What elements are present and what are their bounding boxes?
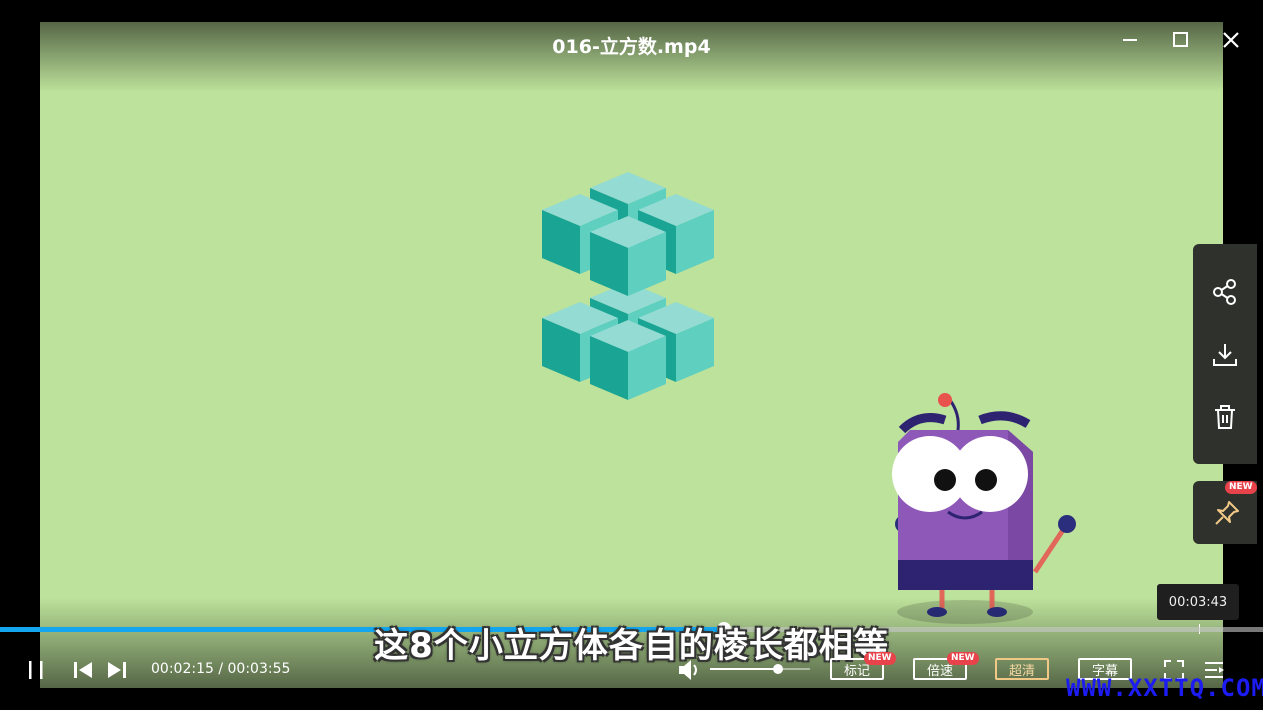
robot-mascot xyxy=(892,393,1076,624)
pin-icon[interactable] xyxy=(1213,499,1241,527)
volume-icon[interactable] xyxy=(677,658,703,682)
next-icon[interactable] xyxy=(106,660,128,680)
watermark-text: WWW.XXTTQ.COM xyxy=(1066,674,1263,702)
current-time: 00:02:15 xyxy=(151,661,214,677)
hover-time-tooltip: 00:03:43 xyxy=(1157,584,1239,620)
volume-handle[interactable] xyxy=(773,664,783,674)
time-display: 00:02:15 / 00:03:55 xyxy=(151,661,290,677)
previous-icon[interactable] xyxy=(72,660,94,680)
volume-fill xyxy=(710,668,778,670)
share-icon[interactable] xyxy=(1211,278,1239,306)
video-subtitle: 这8个小立方体各自的棱长都相等 xyxy=(374,626,889,666)
speed-new-badge: NEW xyxy=(947,652,979,665)
mark-new-badge: NEW xyxy=(864,652,896,665)
close-icon[interactable] xyxy=(1219,28,1243,52)
quality-button[interactable]: 超清 xyxy=(995,658,1049,680)
trash-icon[interactable] xyxy=(1211,403,1239,431)
volume-slider[interactable] xyxy=(710,664,810,674)
time-separator: / xyxy=(213,661,228,677)
video-frame[interactable] xyxy=(40,22,1223,688)
total-time: 00:03:55 xyxy=(227,661,291,677)
minimize-icon[interactable] xyxy=(1118,28,1142,52)
pin-new-badge: NEW xyxy=(1225,481,1257,494)
maximize-icon[interactable] xyxy=(1168,28,1192,52)
window-title: 016-立方数.mp4 xyxy=(552,36,711,58)
pause-icon[interactable] xyxy=(26,660,46,680)
side-action-panel xyxy=(1193,244,1257,464)
download-icon[interactable] xyxy=(1211,341,1239,369)
